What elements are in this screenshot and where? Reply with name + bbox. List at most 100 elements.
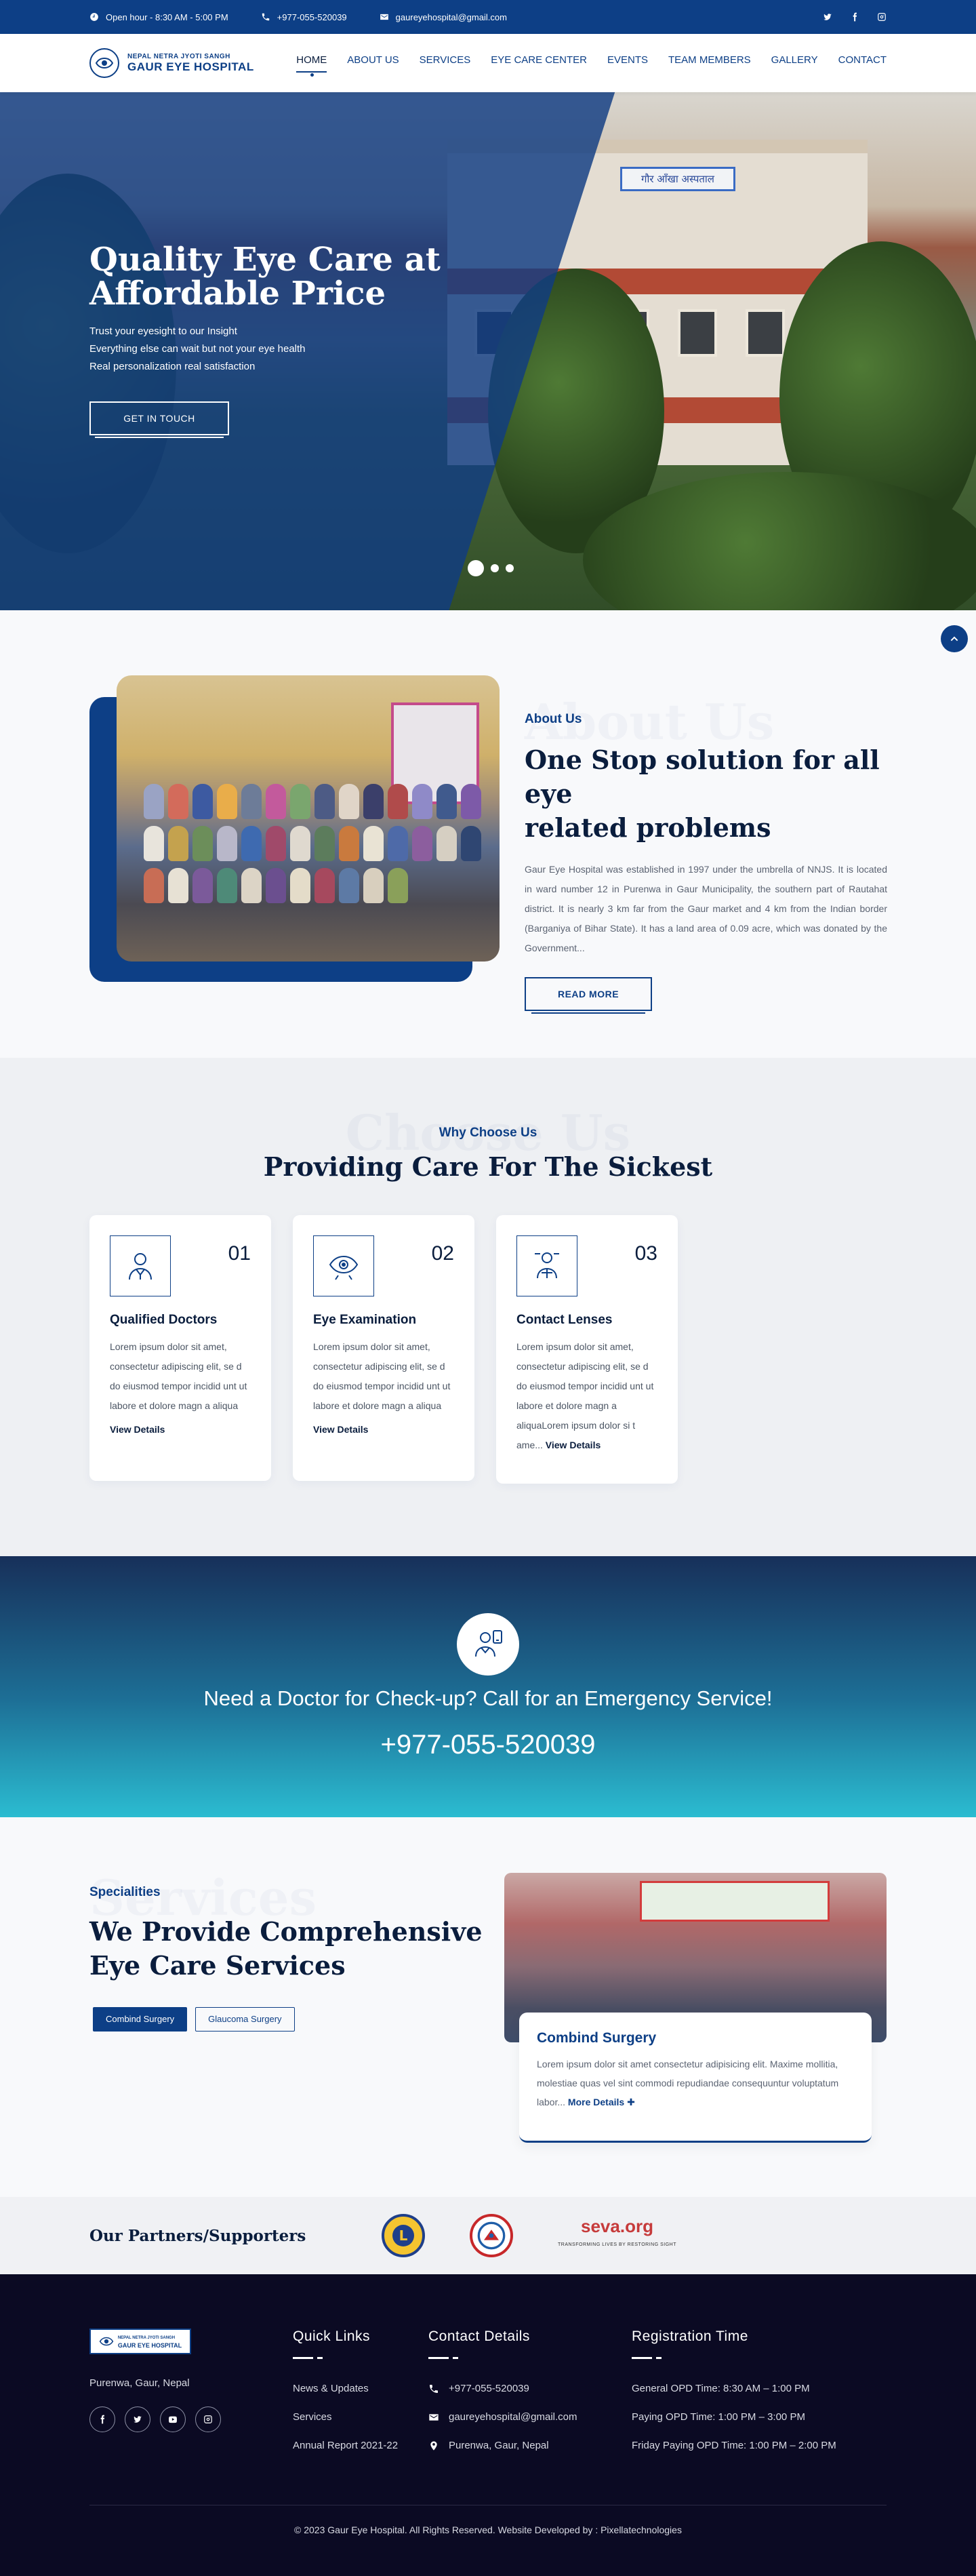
feature-cards: 01 Qualified Doctors Lorem ipsum dolor s… [89,1215,678,1484]
services-intro: Services Specialities We Provide Compreh… [89,1869,483,2032]
facebook-button[interactable] [89,2406,115,2432]
slider-dot-3[interactable] [506,564,514,572]
facebook-icon[interactable] [850,12,859,22]
view-details-link[interactable]: View Details [546,1440,601,1450]
map-pin-icon [430,2441,437,2451]
eye-emblem-icon [99,2337,114,2346]
doctor-phone-icon [475,1630,502,1657]
quick-link-services[interactable]: Services [293,2411,398,2424]
hero-content: Quality Eye Care at Affordable Price Tru… [89,241,441,438]
instagram-button[interactable] [195,2406,221,2432]
nav-eye-care-center[interactable]: EYE CARE CENTER [491,54,587,73]
seva-logo: seva.org TRANSFORMING LIVES BY RESTORING… [558,2216,676,2247]
feature-number: 01 [228,1242,251,1265]
feature-body: Lorem ipsum dolor sit amet, consectetur … [516,1341,654,1450]
nav-home[interactable]: HOME [296,54,327,77]
quick-link-news[interactable]: News & Updates [293,2382,398,2396]
plus-icon: ✚ [627,2097,635,2107]
top-email-text: gaureyehospital@gmail.com [395,12,507,22]
service-card-body: Lorem ipsum dolor sit amet consectetur a… [537,2059,839,2107]
logo-subtitle: NEPAL NETRA JYOTI SANGH [127,52,230,60]
footer-phone[interactable]: +977-055-520039 [428,2382,577,2396]
tab-combind-surgery[interactable]: Combind Surgery [93,2007,188,2032]
feature-number: 03 [634,1242,657,1265]
partners-strip: Our Partners/Supporters L seva.org TRANS… [0,2197,976,2274]
about-title: One Stop solution for all eye related pr… [525,745,880,843]
view-details-link[interactable]: View Details [110,1424,251,1435]
nav-about[interactable]: ABOUT US [347,54,399,73]
twitter-button[interactable] [125,2406,150,2432]
slider-dot-2[interactable] [491,564,499,572]
why-eyebrow: Why Choose Us [439,1126,537,1140]
site-logo[interactable]: NEPAL NETRA JYOTI SANGH GAUR EYE HOSPITA… [89,48,254,78]
registration-time: Paying OPD Time: 1:00 PM – 3:00 PM [632,2411,805,2423]
read-more-button[interactable]: READ MORE [525,977,652,1014]
hero-title: Quality Eye Care at Affordable Price [89,241,441,313]
feature-number: 02 [431,1242,454,1265]
feature-title: Eye Examination [313,1313,417,1327]
slider-dot-1[interactable] [468,560,484,576]
opening-hours: Open hour - 8:30 AM - 5:00 PM [89,12,228,22]
eye-exam-icon [313,1235,374,1296]
phone-icon [262,13,269,21]
instagram-icon [204,2415,212,2423]
nav-team-members[interactable]: TEAM MEMBERS [668,54,751,73]
svg-text:L: L [399,2227,408,2244]
nav-gallery[interactable]: GALLERY [771,54,818,73]
footer-brand: NEPAL NETRA JYOTI SANGH GAUR EYE HOSPITAL… [89,2329,221,2432]
about-text: About Us About Us One Stop solution for … [525,693,887,1014]
doctor-icon [110,1235,171,1296]
partner-logos: L seva.org TRANSFORMING LIVES BY RESTORI… [382,2214,676,2257]
emergency-icon-circle [457,1613,519,1676]
top-phone[interactable]: +977-055-520039 [261,12,347,22]
feature-card-contact-lenses: 03 Contact Lenses Lorem ipsum dolor sit … [496,1215,678,1484]
copyright: © 2023 Gaur Eye Hospital. All Rights Res… [89,2505,887,2535]
view-details-link[interactable]: View Details [313,1424,454,1435]
feature-card-eye-examination: 02 Eye Examination Lorem ipsum dolor sit… [293,1215,474,1481]
feature-title: Qualified Doctors [110,1313,218,1327]
nav-contact[interactable]: CONTACT [838,54,887,73]
registration-title: Registration Time [632,2329,748,2344]
nav-events[interactable]: EVENTS [607,54,648,73]
footer-socials [89,2406,221,2432]
facebook-icon [100,2415,105,2424]
logo-title: GAUR EYE HOSPITAL [127,60,254,73]
scroll-to-top-button[interactable] [941,625,968,652]
service-card-title: Combind Surgery [537,2030,657,2046]
camp-banner [640,1881,830,1922]
footer-registration: Registration Time General OPD Time: 8:30… [632,2329,836,2468]
why-choose-us-section: Choose Us Why Choose Us Providing Care F… [0,1058,976,1556]
registration-time: Friday Paying OPD Time: 1:00 PM – 2:00 P… [632,2440,836,2451]
youtube-button[interactable] [160,2406,186,2432]
about-eyebrow: About Us About Us [525,693,887,751]
hero-tagline: Trust your eyesight to our Insight Every… [89,325,306,372]
quick-link-annual-report[interactable]: Annual Report 2021-22 [293,2439,398,2453]
chevron-up-icon [950,636,958,641]
services-eyebrow: Services Specialities [89,1869,483,1926]
footer-contact: Contact Details +977-055-520039 gaureyeh… [428,2329,577,2468]
footer-quick-links: Quick Links News & Updates Services Annu… [293,2329,398,2468]
nav-services[interactable]: SERVICES [420,54,471,73]
phone-icon [430,2385,438,2393]
tab-glaucoma-surgery[interactable]: Glaucoma Surgery [195,2007,295,2032]
more-details-link[interactable]: More Details ✚ [568,2097,635,2107]
slider-dots [468,560,514,576]
twitter-icon[interactable] [823,12,832,22]
main-nav: HOME ABOUT US SERVICES EYE CARE CENTER E… [296,54,887,77]
site-footer: NEPAL NETRA JYOTI SANGH GAUR EYE HOSPITAL… [0,2274,976,2576]
about-body: Gaur Eye Hospital was established in 199… [525,864,887,953]
footer-email[interactable]: gaureyehospital@gmail.com [428,2411,577,2424]
emergency-phone[interactable]: +977-055-520039 [0,1730,976,1760]
top-email[interactable]: gaureyehospital@gmail.com [380,12,507,22]
lions-club-logo: L [382,2214,425,2257]
footer-logo[interactable]: NEPAL NETRA JYOTI SANGH GAUR EYE HOSPITAL [89,2329,191,2354]
about-ghost-heading: About Us [525,693,774,751]
quick-links-title: Quick Links [293,2329,371,2344]
contact-title: Contact Details [428,2329,530,2344]
opening-hours-text: Open hour - 8:30 AM - 5:00 PM [106,12,228,22]
feature-body: Lorem ipsum dolor sit amet, consectetur … [313,1341,451,1411]
footer-address: Purenwa, Gaur, Nepal [89,2377,190,2389]
top-bar-socials [823,12,887,22]
get-in-touch-button[interactable]: GET IN TOUCH [89,401,229,438]
instagram-icon[interactable] [877,12,887,22]
